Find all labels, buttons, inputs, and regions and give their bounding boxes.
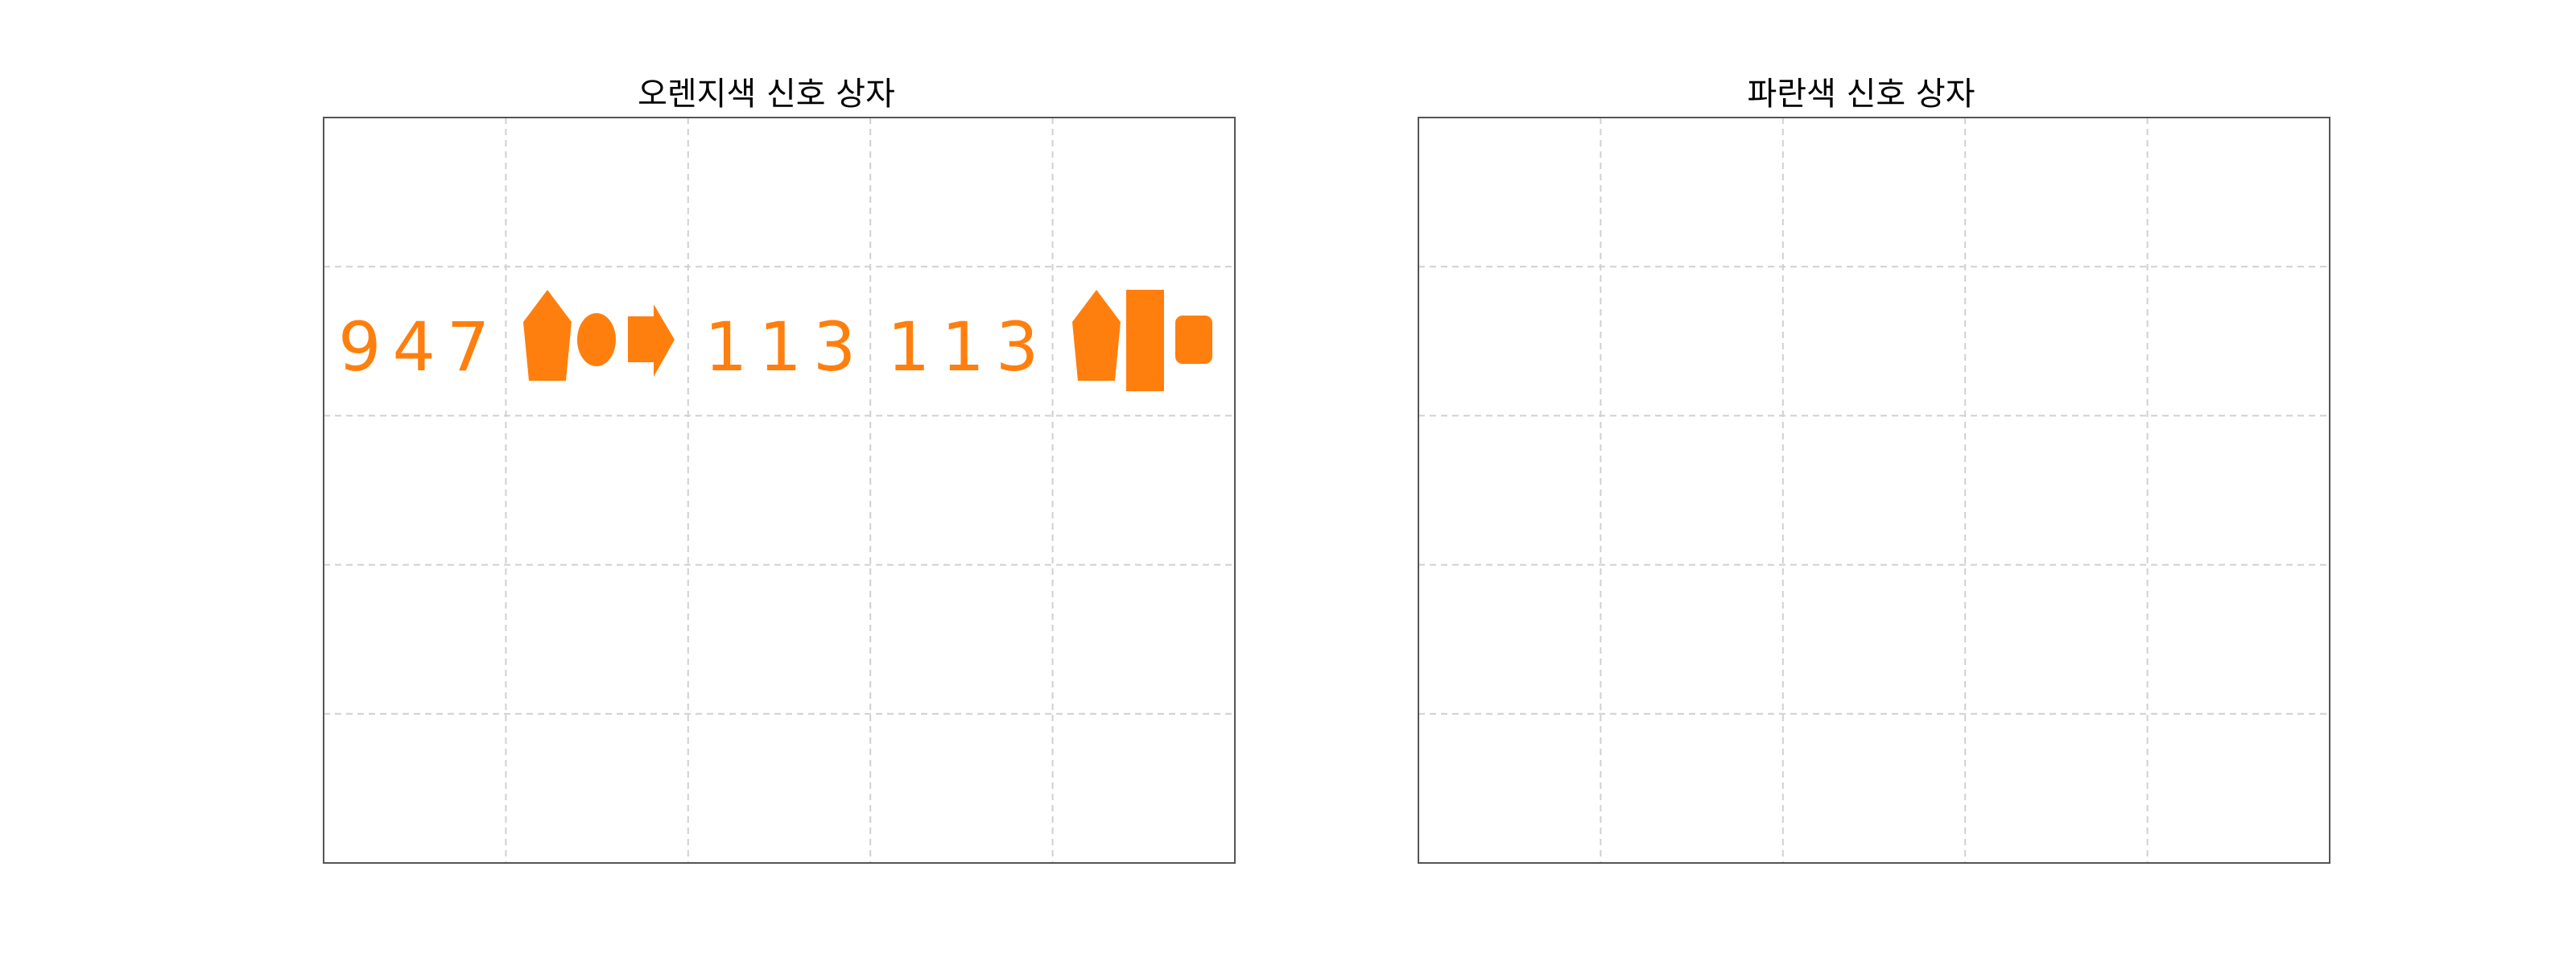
orange-signal-box: 오렌지색 신호 상자 947 113 113 (323, 76, 1236, 864)
cell-icons-group-2 (1072, 290, 1212, 391)
orange-box-grid (324, 118, 1235, 863)
orange-box-border (323, 117, 1236, 864)
pentagon-icon (1072, 290, 1121, 381)
cell-text-113-a: 113 (704, 308, 867, 386)
arrow-right-icon (628, 304, 675, 377)
cell-icons-group-1 (523, 290, 675, 381)
pentagon-icon (523, 290, 572, 381)
cell-text-113-b: 113 (887, 308, 1050, 386)
blue-signal-box: 파란색 신호 상자 (1418, 76, 2330, 864)
cell-text-947: 947 (338, 308, 501, 386)
blue-box-grid (1418, 118, 2330, 863)
ellipse-icon (577, 313, 616, 366)
blue-box-title: 파란색 신호 상자 (1747, 76, 1975, 113)
orange-box-row-2: 947 113 113 (338, 290, 1212, 391)
blue-box-border (1418, 117, 2330, 864)
orange-box-title: 오렌지색 신호 상자 (638, 76, 895, 113)
rounded-rectangle-icon (1175, 316, 1212, 364)
tall-rectangle-icon (1126, 290, 1164, 391)
diagram-canvas: 오렌지색 신호 상자 947 113 113 파란색 신호 상자 (323, 76, 2330, 864)
